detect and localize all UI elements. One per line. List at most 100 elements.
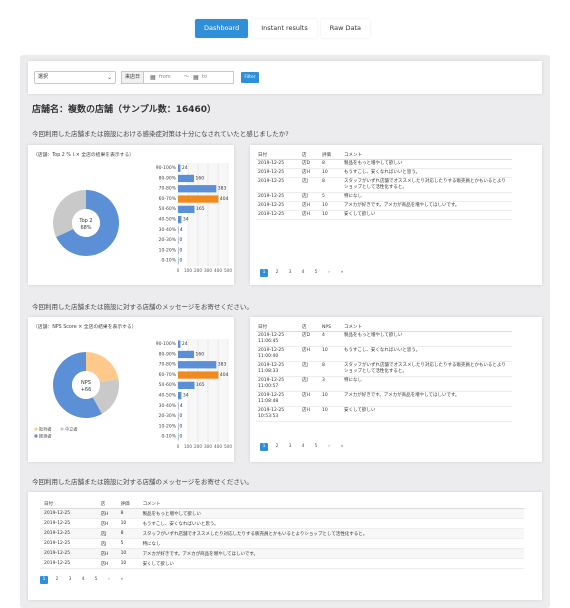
chart-card-1: （店舗：Top 2 %ｌ× 全店の結果を表示する） Top 2 68% 0 100 20… xyxy=(28,145,234,285)
tab-dashboard[interactable]: Dashboard xyxy=(195,19,249,38)
bar-value-label: 4 xyxy=(180,227,183,233)
table-cell: 2019-12-25 xyxy=(40,548,97,559)
table-cell: 店J xyxy=(96,538,117,549)
legend-label: 推奨者 xyxy=(39,433,52,440)
tab-instant-results[interactable]: Instant results xyxy=(252,19,317,38)
page-link[interactable]: 4 xyxy=(299,443,307,451)
page-link[interactable]: 2 xyxy=(273,443,281,451)
donut-center-value: +66 xyxy=(81,387,92,393)
y-tick-label: 90-100% xyxy=(156,165,177,171)
page-link[interactable]: › xyxy=(325,269,333,277)
bar-value-label: 0 xyxy=(180,247,183,253)
page-link[interactable]: 3 xyxy=(286,443,294,451)
question-1: 今回利用した店舗または施設における感染症対策は十分になされていたと感じましたか? xyxy=(32,130,289,138)
y-tick-label: 50-60% xyxy=(159,206,177,212)
x-tick-label: 400 xyxy=(214,444,222,449)
table-cell: 2019-12-25 xyxy=(40,508,97,519)
legend-label: 批判者 xyxy=(39,426,52,433)
to-input[interactable]: to xyxy=(202,72,207,83)
table-row: 2019-12-25 店H 10 安くして欲しい xyxy=(256,210,512,220)
date-label: 来店日 xyxy=(122,72,145,83)
filter-button[interactable]: Filter xyxy=(241,72,259,83)
bar-value-label: 34 xyxy=(183,217,189,223)
bar-value-label: 404 xyxy=(220,196,229,202)
table-row: 2019-12-25 11:08:33 店J 8 スタッフがいずれ店舗でオススメしたり… xyxy=(256,361,512,377)
page-link[interactable]: 5 xyxy=(312,443,320,451)
comment-table: 日付店評価 コメント 2019-12-25 店D 8 製品をもっと増やして欲しい 2019-… xyxy=(256,151,512,220)
bar xyxy=(178,164,181,172)
page-link[interactable]: 1 xyxy=(260,269,268,277)
bar xyxy=(178,392,182,400)
y-tick-label: 60-70% xyxy=(159,196,177,202)
table-cell: 特になし xyxy=(138,538,524,549)
bar xyxy=(178,216,182,224)
x-tick-label: 0 xyxy=(177,444,180,449)
bar-value-label: 0 xyxy=(180,434,183,440)
bar-value-label: 165 xyxy=(196,382,205,388)
x-tick-label: 100 xyxy=(184,268,192,273)
table-cell: スタッフがいずれ店舗でオススメしたり対応したりする販売員とかもいるとよりショップ… xyxy=(342,361,512,377)
legend-swatch xyxy=(34,427,38,431)
page-link[interactable]: » xyxy=(118,576,126,584)
page-link[interactable]: 4 xyxy=(299,269,307,277)
page-link[interactable]: 5 xyxy=(92,576,100,584)
page-link[interactable]: › xyxy=(325,443,333,451)
table-cell: 8 xyxy=(320,361,342,377)
page-link[interactable]: 2 xyxy=(53,576,61,584)
bar-value-label: 34 xyxy=(183,393,189,399)
table-cell: 店H xyxy=(96,548,117,559)
column-header: コメント xyxy=(342,151,512,160)
page-link[interactable]: 2 xyxy=(273,269,281,277)
bar-value-label: 165 xyxy=(196,206,205,212)
column-header: 評価 xyxy=(320,151,342,160)
y-tick-label: 0-10% xyxy=(162,258,177,264)
table-cell: 店H xyxy=(300,210,320,220)
page-link[interactable]: 3 xyxy=(66,576,74,584)
column-header: コメント xyxy=(138,499,524,509)
from-input[interactable]: from xyxy=(159,72,171,83)
table-cell: 8 xyxy=(320,159,342,169)
table-cell: スタッフがいずれ店舗でオススメしたり対応したりする販売員とかもいるとよりショップ… xyxy=(138,528,524,539)
legend-swatch xyxy=(34,434,38,438)
table-cell: 2019-12-25 xyxy=(256,168,300,178)
page-link[interactable]: » xyxy=(338,269,346,277)
table-cell: 10 xyxy=(116,558,139,569)
bar-chart: 0 100 200 300 400 50090-100% 2480-90% 16070-80%… xyxy=(156,339,232,449)
y-tick-label: 10-20% xyxy=(159,247,177,253)
dashboard-panel: 選択 ⌄ 来店日 ▦ from 〜 ▦ to Filter 店舗名：複数の店舗（… xyxy=(20,55,550,608)
legend-label: 中立者 xyxy=(65,426,78,433)
page-link[interactable]: 1 xyxy=(260,443,268,451)
page-link[interactable]: 1 xyxy=(40,576,48,584)
page-link[interactable]: 4 xyxy=(79,576,87,584)
table-cell: 店H xyxy=(96,558,117,569)
page-link[interactable]: 5 xyxy=(312,269,320,277)
table-cell: 2019-12-25 xyxy=(40,558,97,569)
bar xyxy=(178,246,179,255)
table-cell: 製品をもっと増やして欲しい xyxy=(342,331,512,347)
table-cell: 2019-12-25 xyxy=(256,177,300,193)
bar-value-label: 160 xyxy=(196,351,205,357)
table-cell: 店H xyxy=(96,508,117,519)
date-separator: 〜 xyxy=(184,74,190,80)
table-cell: 2019-12-25 11:06:45 xyxy=(256,331,300,347)
bar xyxy=(178,361,217,369)
store-select[interactable]: 選択 ⌄ xyxy=(34,71,116,84)
y-tick-label: 80-90% xyxy=(159,351,177,357)
x-tick-label: 500 xyxy=(224,444,232,449)
store-title: 店舗名：複数の店舗（サンプル数：16460） xyxy=(32,105,217,115)
table-cell: 店J xyxy=(300,376,320,392)
table-row: 2019-12-25 店J 8 スタッフがいずれ店舗でオススメしたり対応したりする販売… xyxy=(40,528,524,539)
table-cell: 店J xyxy=(300,192,320,202)
y-tick-label: 50-60% xyxy=(159,382,177,388)
tab-raw-data[interactable]: Raw Data xyxy=(320,19,370,38)
chart-svg-2: NPS+660 100 200 300 400 50090-100% 2480-90% 160… xyxy=(34,339,232,449)
page-link[interactable]: » xyxy=(338,443,346,451)
bar-value-label: 0 xyxy=(180,258,183,264)
table-cell: 8 xyxy=(116,528,139,539)
page-link[interactable]: 3 xyxy=(286,269,294,277)
table-cell: 2019-12-25 10:53:53 xyxy=(256,406,300,422)
table-header-row: 日付店 NPS コメント xyxy=(256,323,512,332)
table-cell: アメカが好きです。アメカが商品を増やしてほしいです。 xyxy=(342,391,512,407)
page-link[interactable]: › xyxy=(105,576,113,584)
y-tick-label: 30-40% xyxy=(159,403,177,409)
